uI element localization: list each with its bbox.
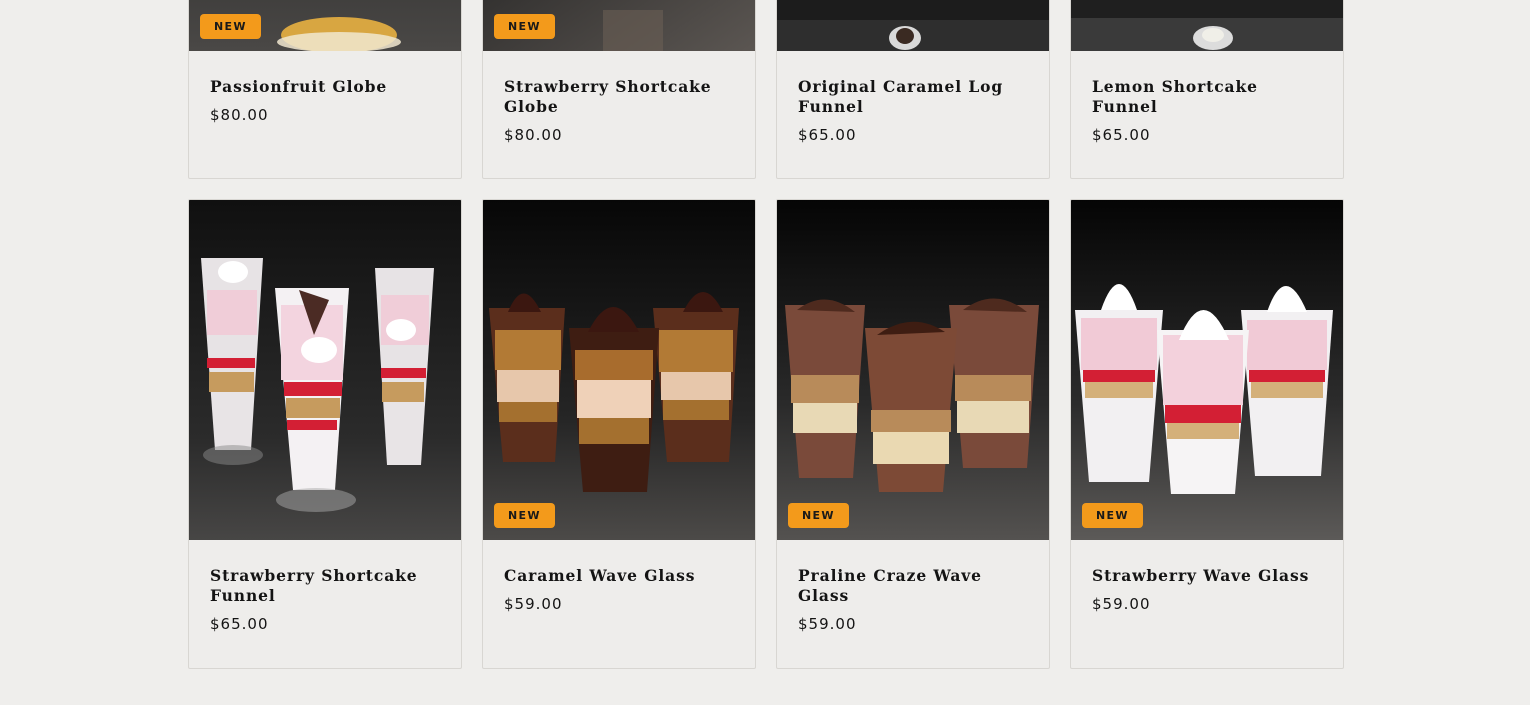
- product-card[interactable]: NEW Strawberry Wave Glass $59.00: [1070, 199, 1344, 669]
- product-title[interactable]: Strawberry Shortcake Funnel: [210, 566, 441, 606]
- product-image[interactable]: [777, 0, 1049, 51]
- product-image[interactable]: NEW: [189, 0, 461, 51]
- product-card[interactable]: Lemon Shortcake Funnel $65.00: [1070, 0, 1344, 179]
- new-badge: NEW: [494, 503, 555, 528]
- product-price: $59.00: [798, 615, 857, 633]
- product-price: $65.00: [210, 615, 269, 633]
- new-badge: NEW: [788, 503, 849, 528]
- product-price: $65.00: [1092, 126, 1151, 144]
- product-price: $59.00: [504, 595, 563, 613]
- product-title[interactable]: Strawberry Shortcake Globe: [504, 77, 735, 117]
- new-badge: NEW: [200, 14, 261, 39]
- new-badge: NEW: [494, 14, 555, 39]
- product-card[interactable]: NEW Passionfruit Globe $80.00: [188, 0, 462, 179]
- product-title[interactable]: Original Caramel Log Funnel: [798, 77, 1029, 117]
- dessert-photo: [189, 200, 461, 540]
- product-title[interactable]: Strawberry Wave Glass: [1092, 566, 1323, 586]
- product-image[interactable]: NEW: [483, 200, 755, 540]
- product-title[interactable]: Praline Craze Wave Glass: [798, 566, 1029, 606]
- product-card[interactable]: Original Caramel Log Funnel $65.00: [776, 0, 1050, 179]
- product-card[interactable]: NEW Caramel Wave Glass $59.00: [482, 199, 756, 669]
- dessert-photo: [777, 0, 1049, 51]
- product-card[interactable]: NEW Strawberry Shortcake Globe $80.00: [482, 0, 756, 179]
- product-card[interactable]: NEW Praline Craze Wave Glass $59.00: [776, 199, 1050, 669]
- dessert-photo: [1071, 0, 1343, 51]
- product-image[interactable]: [189, 200, 461, 540]
- product-price: $80.00: [504, 126, 563, 144]
- product-title[interactable]: Passionfruit Globe: [210, 77, 441, 97]
- product-title[interactable]: Lemon Shortcake Funnel: [1092, 77, 1323, 117]
- product-image[interactable]: NEW: [777, 200, 1049, 540]
- product-image[interactable]: NEW: [483, 0, 755, 51]
- dessert-photo: [483, 200, 755, 540]
- new-badge: NEW: [1082, 503, 1143, 528]
- product-card[interactable]: Strawberry Shortcake Funnel $65.00: [188, 199, 462, 669]
- product-price: $80.00: [210, 106, 269, 124]
- product-grid: NEW Passionfruit Globe $80.00 NEW Strawb…: [188, 0, 1344, 669]
- product-price: $59.00: [1092, 595, 1151, 613]
- product-price: $65.00: [798, 126, 857, 144]
- product-image[interactable]: NEW: [1071, 200, 1343, 540]
- dessert-photo: [777, 200, 1049, 540]
- product-image[interactable]: [1071, 0, 1343, 51]
- product-title[interactable]: Caramel Wave Glass: [504, 566, 735, 586]
- dessert-photo: [1071, 200, 1343, 540]
